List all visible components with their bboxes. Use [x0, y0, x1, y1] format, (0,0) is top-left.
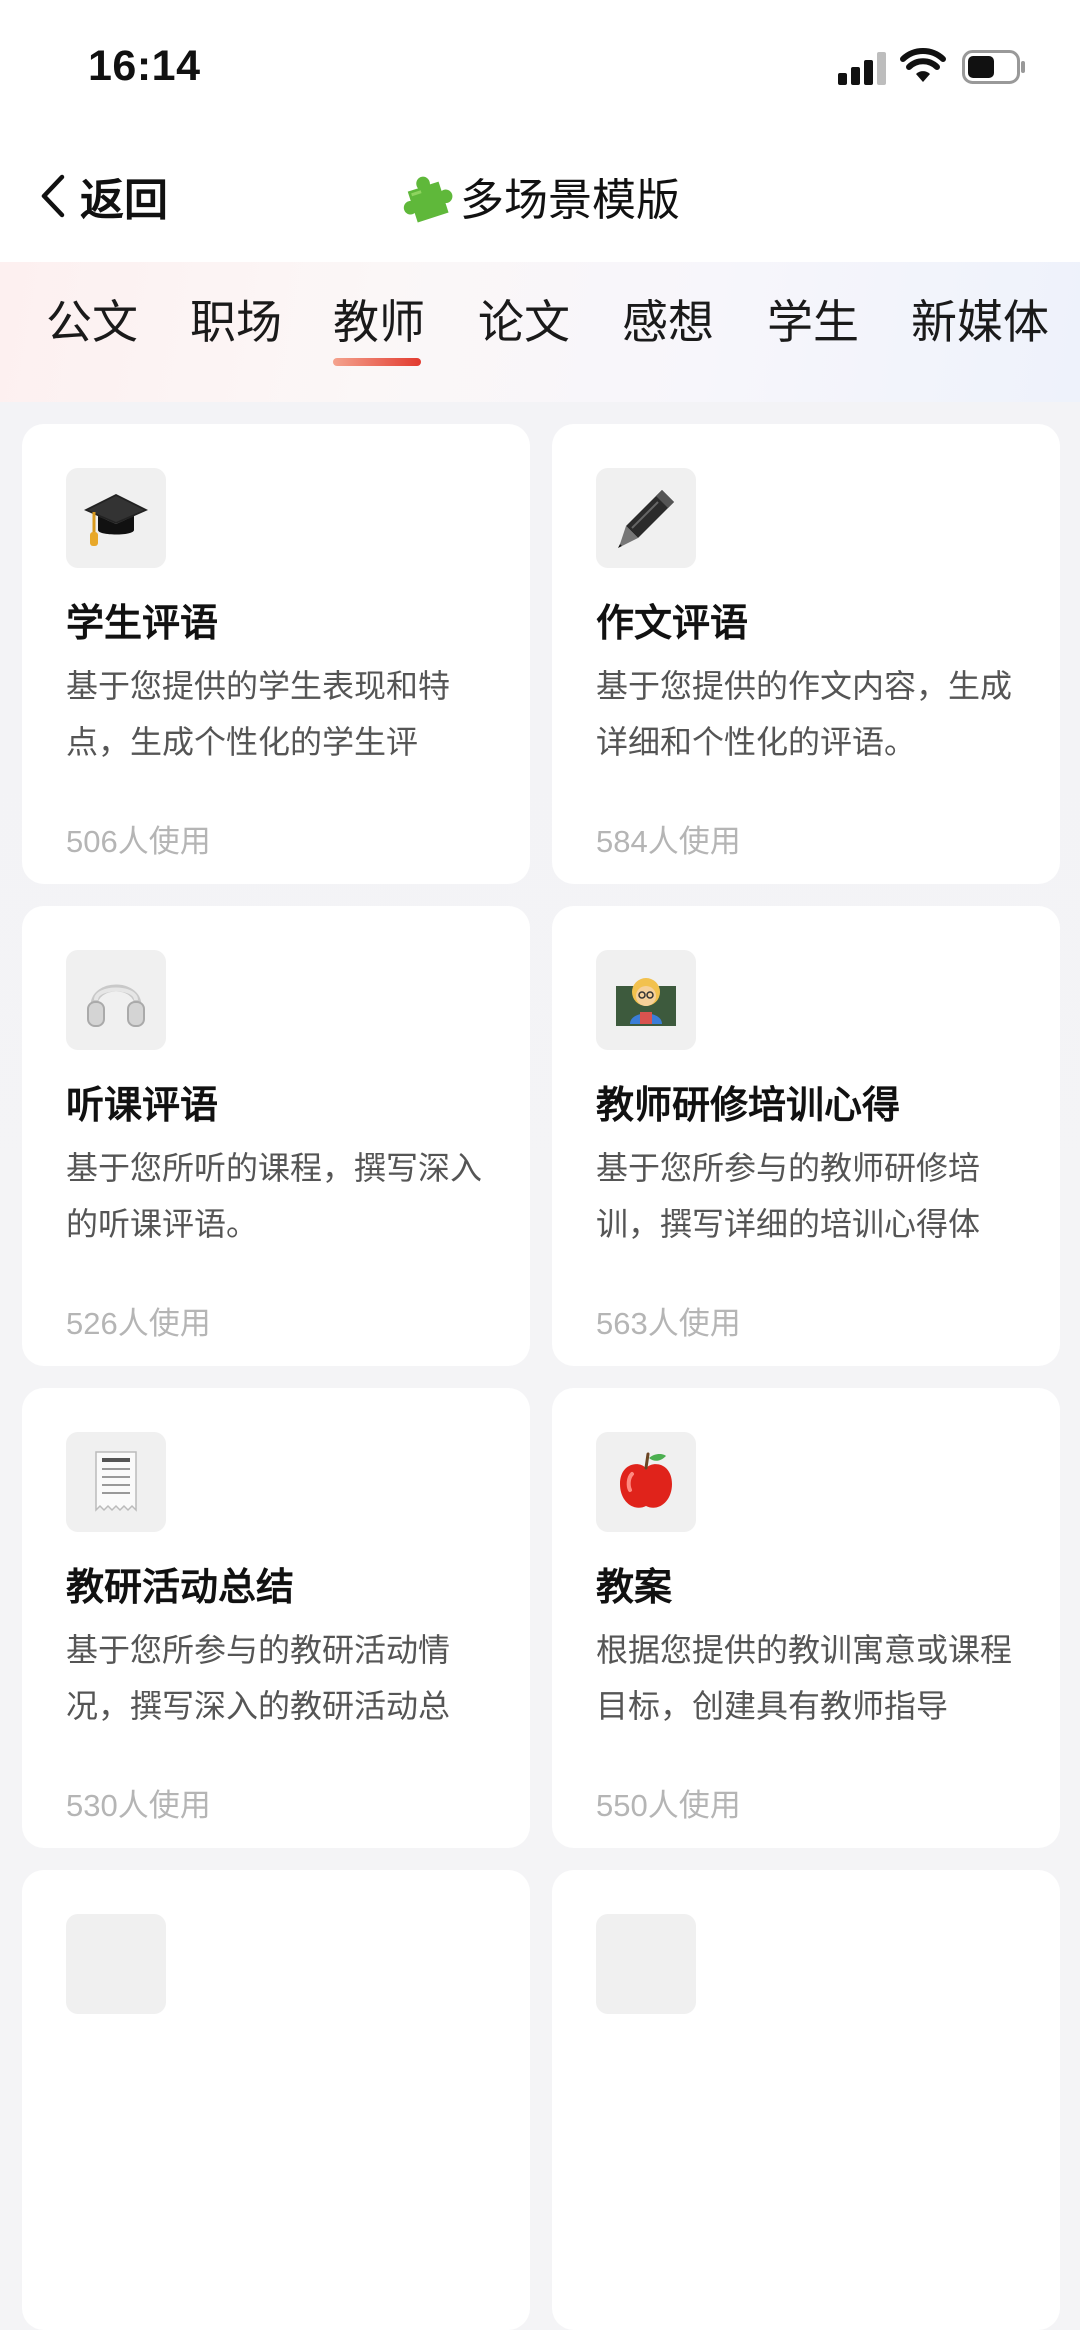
tab-label: 论文	[478, 296, 570, 348]
template-card-lesson-plan[interactable]: 教案 根据您提供的教训寓意或课程目标，创建具有教师指导 550人使用	[552, 1388, 1060, 1848]
card-title: 学生评语	[66, 603, 219, 645]
cellular-signal-icon	[838, 51, 886, 85]
wifi-icon	[900, 48, 946, 82]
page-title-text: 多场景模版	[460, 176, 680, 225]
card-title: 作文评语	[596, 603, 749, 645]
template-card-essay-comment[interactable]: 作文评语 基于您提供的作文内容，生成详细和个性化的评语。 584人使用	[552, 424, 1060, 884]
card-description: 根据您提供的教训寓意或课程目标，创建具有教师指导	[596, 1632, 1013, 1724]
tab-label: 公文	[46, 296, 138, 348]
card-icon-placeholder	[66, 1914, 166, 2014]
page-title: 多场景模版	[396, 158, 680, 234]
puzzle-piece-icon	[403, 176, 453, 223]
status-time: 16:14	[88, 42, 201, 90]
card-icon-placeholder	[596, 1914, 696, 2014]
card-usage-count: 563人使用	[596, 1306, 741, 1341]
tab-xuesheng[interactable]: 学生	[767, 286, 859, 366]
tab-gongwen[interactable]: 公文	[46, 286, 138, 366]
tab-zhichang[interactable]: 职场	[190, 286, 282, 366]
card-usage-count: 530人使用	[66, 1788, 211, 1823]
card-usage-count: 526人使用	[66, 1306, 211, 1341]
card-title: 听课评语	[66, 1085, 219, 1127]
back-label: 返回	[80, 176, 168, 225]
card-description: 基于您提供的作文内容，生成详细和个性化的评语。	[596, 668, 1013, 760]
template-grid: 学生评语 基于您提供的学生表现和特点，生成个性化的学生评 506人使用 作文评语…	[0, 402, 1080, 2330]
template-card-lecture-comment[interactable]: 听课评语 基于您所听的课程，撰写深入的听课评语。 526人使用	[22, 906, 530, 1366]
teacher-icon	[596, 950, 696, 1050]
tab-label: 职场	[190, 296, 282, 348]
receipt-icon	[66, 1432, 166, 1532]
card-title: 教研活动总结	[66, 1567, 295, 1609]
card-description: 基于您所参与的教研活动情况，撰写深入的教研活动总	[66, 1632, 451, 1724]
card-usage-count: 584人使用	[596, 824, 741, 859]
back-button[interactable]: 返回	[38, 160, 168, 232]
tab-ganxiang[interactable]: 感想	[622, 286, 714, 366]
card-description: 基于您提供的学生表现和特点，生成个性化的学生评	[66, 668, 451, 760]
category-tab-bar: 公文 职场 教师 论文 感想 学生 新媒体	[0, 262, 1080, 402]
card-usage-count: 550人使用	[596, 1788, 741, 1823]
battery-icon	[962, 50, 1025, 84]
headphones-icon	[66, 950, 166, 1050]
template-card-partial[interactable]	[22, 1870, 530, 2330]
pen-icon	[596, 468, 696, 568]
apple-icon	[596, 1432, 696, 1532]
card-usage-count: 506人使用	[66, 824, 211, 859]
template-card-student-comment[interactable]: 学生评语 基于您提供的学生表现和特点，生成个性化的学生评 506人使用	[22, 424, 530, 884]
chevron-left-icon	[41, 174, 65, 218]
template-card-teacher-training[interactable]: 教师研修培训心得 基于您所参与的教师研修培训，撰写详细的培训心得体 563人使用	[552, 906, 1060, 1366]
tab-xinmeiti[interactable]: 新媒体	[911, 286, 1049, 366]
card-description: 基于您所听的课程，撰写深入的听课评语。	[66, 1150, 483, 1242]
template-card-partial[interactable]	[552, 1870, 1060, 2330]
tab-label: 感想	[622, 296, 714, 348]
tab-label: 新媒体	[911, 296, 1049, 348]
tab-label: 学生	[767, 296, 859, 348]
card-title: 教师研修培训心得	[596, 1085, 901, 1127]
tab-lunwen[interactable]: 论文	[478, 286, 570, 366]
template-card-research-summary[interactable]: 教研活动总结 基于您所参与的教研活动情况，撰写深入的教研活动总 530人使用	[22, 1388, 530, 1848]
active-tab-indicator	[333, 358, 421, 366]
card-description: 基于您所参与的教师研修培训，撰写详细的培训心得体	[596, 1150, 981, 1242]
tab-label: 教师	[333, 296, 425, 348]
tab-jiaoshi[interactable]: 教师	[333, 286, 425, 366]
navigation-bar: 返回 多场景模版	[0, 130, 1080, 262]
graduation-cap-icon	[66, 468, 166, 568]
status-bar: 16:14	[0, 0, 1080, 130]
card-title: 教案	[596, 1567, 673, 1609]
